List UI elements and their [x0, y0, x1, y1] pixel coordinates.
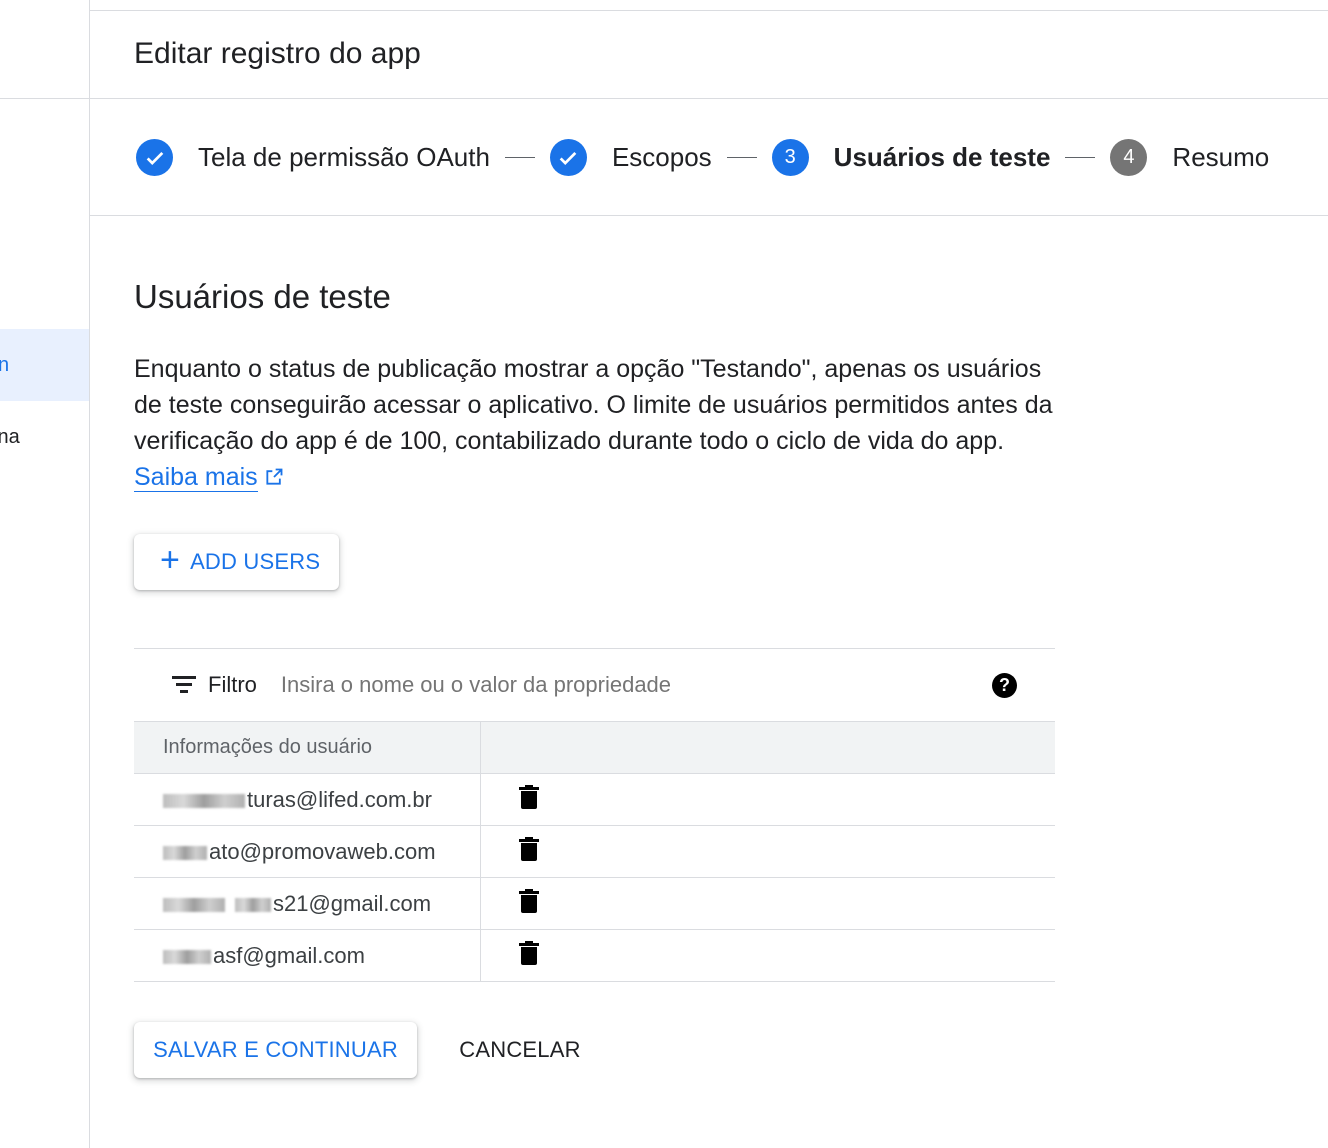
step-test-users[interactable]: 3 Usuários de teste: [771, 139, 1051, 176]
table-row: asf@gmail.com: [134, 929, 1055, 982]
step-number: 3: [771, 139, 809, 176]
plus-icon: +: [160, 541, 181, 579]
filter-input[interactable]: [280, 672, 931, 698]
filter-label: Filtro: [208, 672, 257, 697]
trash-icon[interactable]: [518, 784, 539, 809]
filter-bar: Filtro ?: [134, 648, 1055, 721]
trash-icon[interactable]: [518, 836, 539, 861]
step-separator: [504, 157, 535, 158]
column-header-actions: [479, 721, 1055, 774]
help-icon[interactable]: ?: [992, 673, 1017, 698]
save-label: SALVAR E CONTINUAR: [153, 1037, 398, 1062]
users-table: Informações do usuário turas@lifed.com.b…: [134, 721, 1055, 982]
column-header-user-info: Informações do usuário: [134, 721, 480, 774]
add-users-label: ADD USERS: [190, 549, 321, 574]
trash-icon[interactable]: [518, 940, 539, 965]
learn-more-link[interactable]: Saiba mais: [134, 463, 258, 492]
step-separator: [1065, 157, 1096, 158]
user-email: asf@gmail.com: [134, 929, 480, 982]
description-text: Enquanto o status de publicação mostrar …: [134, 355, 1053, 455]
step-scopes[interactable]: Escopos: [549, 139, 712, 176]
delete-cell: [479, 929, 1055, 982]
trash-icon[interactable]: [518, 888, 539, 913]
page-header: Editar registro do app: [90, 11, 1328, 99]
step-label: Usuários de teste: [833, 142, 1051, 172]
user-email: turas@lifed.com.br: [134, 773, 480, 826]
left-nav-item[interactable]: ina: [0, 401, 89, 473]
table-row: ato@promovaweb.com: [134, 825, 1055, 878]
external-link-icon: [264, 461, 284, 497]
redacted-text: [163, 949, 211, 964]
left-nav-item-label: n: [0, 354, 9, 377]
page-title: Editar registro do app: [134, 36, 421, 70]
stepper: Tela de permissão OAuth Escopos 3 Usuári…: [90, 100, 1328, 216]
step-label: Escopos: [611, 142, 712, 172]
user-email: ato@promovaweb.com: [134, 825, 480, 878]
left-nav-item-label: ina: [0, 425, 20, 448]
cancel-label: CANCELAR: [459, 1037, 581, 1062]
step-label: Resumo: [1172, 142, 1270, 172]
step-number: 4: [1110, 139, 1148, 176]
table-row: s21@gmail.com: [134, 877, 1055, 930]
step-separator: [726, 157, 757, 158]
delete-cell: [479, 825, 1055, 878]
left-nav-item-active[interactable]: n: [0, 329, 89, 401]
check-icon: [136, 139, 173, 176]
step-oauth[interactable]: Tela de permissão OAuth: [136, 139, 490, 176]
user-email: s21@gmail.com: [134, 877, 480, 930]
section-description: Enquanto o status de publicação mostrar …: [134, 351, 1064, 497]
cancel-button[interactable]: CANCELAR: [438, 1022, 602, 1078]
check-icon: [549, 139, 587, 176]
save-and-continue-button[interactable]: SALVAR E CONTINUAR: [134, 1022, 417, 1078]
left-nav: n ina: [0, 0, 90, 1148]
table-row: turas@lifed.com.br: [134, 773, 1055, 826]
section-title: Usuários de teste: [134, 278, 391, 315]
delete-cell: [479, 773, 1055, 826]
users-table-container: Filtro ? Informações do usuário turas@li…: [134, 648, 1055, 982]
filter-icon[interactable]: [172, 675, 196, 695]
main-content: Usuários de teste Enquanto o status de p…: [134, 216, 1234, 497]
delete-cell: [479, 877, 1055, 930]
redacted-text: [163, 845, 207, 860]
step-label: Tela de permissão OAuth: [198, 142, 490, 172]
redacted-text: [163, 793, 245, 808]
step-summary[interactable]: 4 Resumo: [1110, 139, 1269, 176]
redacted-text: [235, 897, 271, 912]
add-users-button[interactable]: + ADD USERS: [134, 534, 339, 590]
left-nav-divider: [0, 98, 89, 99]
redacted-text: [163, 897, 225, 912]
